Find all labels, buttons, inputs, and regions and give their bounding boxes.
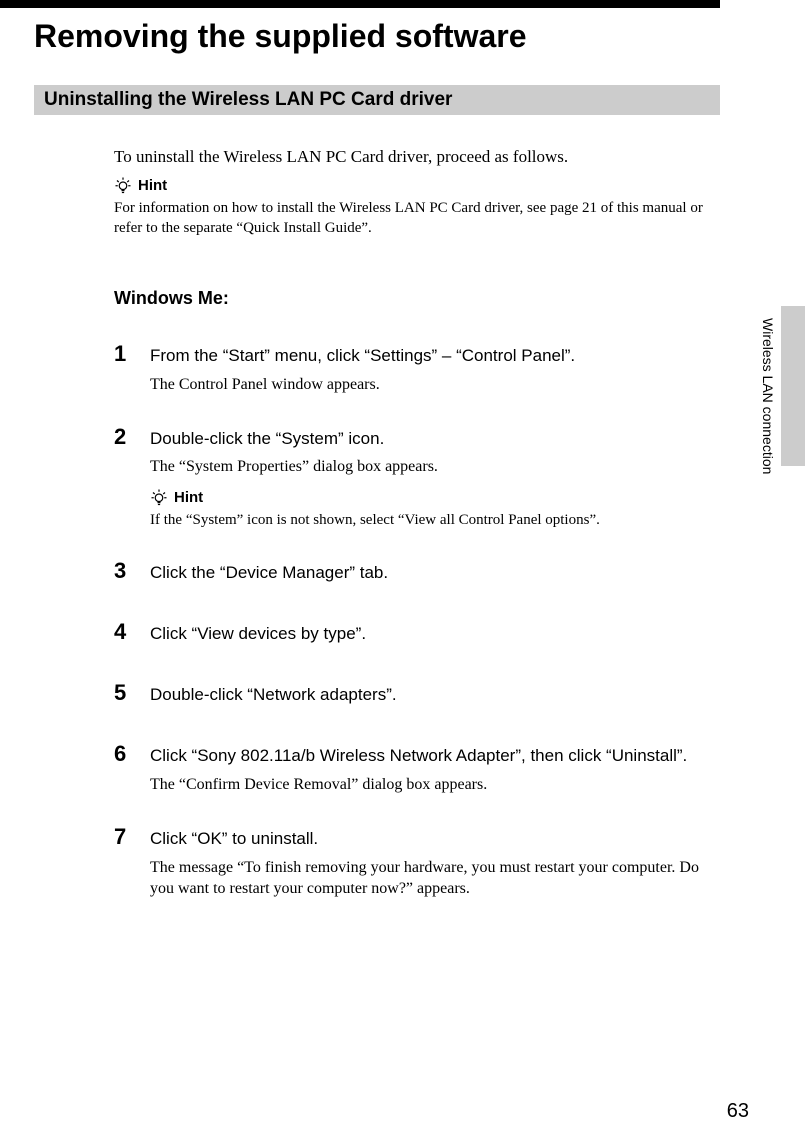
hint-label: Hint — [174, 489, 203, 506]
page-number: 63 — [727, 1100, 749, 1123]
step-title: Click the “Device Manager” tab. — [150, 562, 704, 585]
step-desc: The “Confirm Device Removal” dialog box … — [150, 774, 704, 796]
page-title: Removing the supplied software — [34, 18, 527, 55]
step-number: 2 — [114, 426, 132, 531]
side-label: Wireless LAN connection — [760, 318, 776, 474]
bulb-icon — [150, 488, 168, 506]
hint-block: Hint If the “System” icon is not shown, … — [150, 488, 704, 530]
os-heading: Windows Me: — [114, 288, 229, 309]
bulb-icon — [114, 176, 132, 194]
hint-body: If the “System” icon is not shown, selec… — [150, 510, 704, 530]
step-title: From the “Start” menu, click “Settings” … — [150, 345, 704, 368]
step-desc: The message “To finish removing your har… — [150, 857, 704, 900]
step-number: 3 — [114, 560, 132, 591]
step-title: Double-click the “System” icon. — [150, 428, 704, 451]
step-number: 6 — [114, 743, 132, 796]
step-title: Click “View devices by type”. — [150, 623, 704, 646]
top-strip — [0, 0, 720, 8]
step-number: 4 — [114, 621, 132, 652]
hint-label: Hint — [138, 177, 167, 194]
step-item: 4 Click “View devices by type”. — [114, 623, 704, 652]
step-item: 1 From the “Start” menu, click “Settings… — [114, 345, 704, 396]
step-number: 5 — [114, 682, 132, 713]
intro-text: To uninstall the Wireless LAN PC Card dr… — [114, 147, 704, 167]
step-title: Click “OK” to uninstall. — [150, 828, 704, 851]
step-number: 7 — [114, 826, 132, 900]
step-item: 3 Click the “Device Manager” tab. — [114, 562, 704, 591]
hint-header: Hint — [114, 176, 704, 194]
steps-list: 1 From the “Start” menu, click “Settings… — [114, 345, 704, 932]
section-heading: Uninstalling the Wireless LAN PC Card dr… — [44, 89, 452, 111]
step-desc: The “System Properties” dialog box appea… — [150, 456, 704, 478]
hint-block: Hint For information on how to install t… — [114, 176, 704, 239]
step-title: Double-click “Network adapters”. — [150, 684, 704, 707]
side-tab — [781, 306, 805, 466]
step-title: Click “Sony 802.11a/b Wireless Network A… — [150, 745, 704, 768]
step-item: 2 Double-click the “System” icon. The “S… — [114, 428, 704, 531]
step-item: 5 Double-click “Network adapters”. — [114, 684, 704, 713]
step-desc: The Control Panel window appears. — [150, 374, 704, 396]
step-item: 7 Click “OK” to uninstall. The message “… — [114, 828, 704, 900]
hint-header: Hint — [150, 488, 704, 506]
section-bar: Uninstalling the Wireless LAN PC Card dr… — [34, 85, 720, 115]
step-item: 6 Click “Sony 802.11a/b Wireless Network… — [114, 745, 704, 796]
step-number: 1 — [114, 343, 132, 396]
hint-body: For information on how to install the Wi… — [114, 198, 704, 239]
